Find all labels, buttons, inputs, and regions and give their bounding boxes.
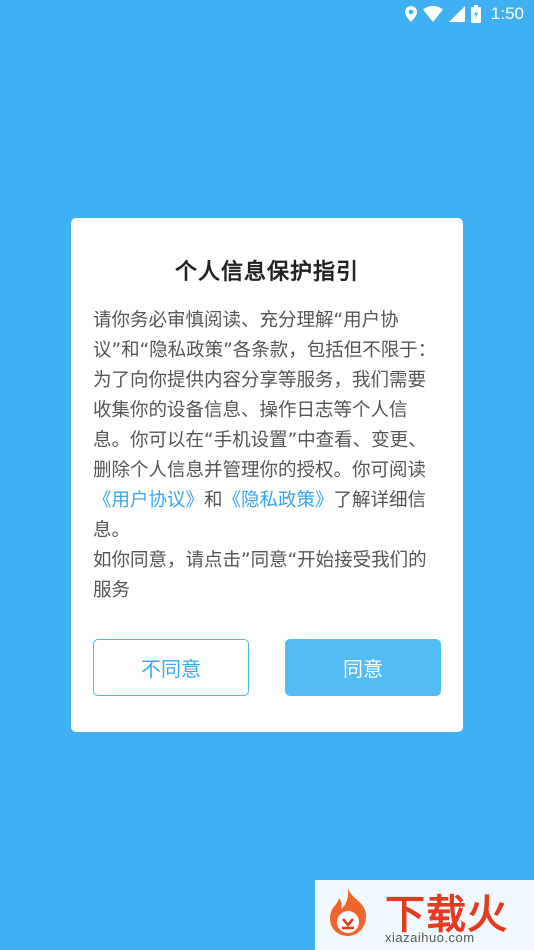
battery-icon (470, 4, 481, 23)
decline-button[interactable]: 不同意 (93, 639, 249, 696)
privacy-dialog: 个人信息保护指引 请你务必审慎阅读、充分理解“用户协议”和“隐私政策”各条款，包… (71, 218, 463, 732)
flame-logo-icon (329, 888, 367, 936)
consent-instruction: 如你同意，请点击”同意“开始接受我们的服务 (93, 550, 427, 601)
dialog-body: 请你务必审慎阅读、充分理解“用户协议”和“隐私政策”各条款，包括但不限于：为了向… (93, 306, 443, 606)
status-bar: 1:50 (0, 0, 534, 27)
location-icon (404, 5, 417, 22)
body-text: 请你务必审慎阅读、充分理解“用户协议”和“隐私政策”各条款，包括但不限于：为了向… (93, 310, 437, 481)
wifi-icon (422, 5, 443, 22)
clock: 1:50 (490, 3, 524, 23)
cell-signal-icon (448, 5, 465, 22)
conjunction-text: 和 (204, 490, 223, 511)
privacy-policy-link[interactable]: 《隐私政策》 (223, 490, 334, 511)
agree-button[interactable]: 同意 (285, 639, 441, 696)
user-agreement-link[interactable]: 《用户协议》 (93, 490, 204, 511)
watermark-url: xiazaihuo.com (385, 930, 475, 945)
dialog-title: 个人信息保护指引 (174, 260, 359, 285)
watermark: 下载火 xiazaihuo.com (315, 880, 534, 950)
